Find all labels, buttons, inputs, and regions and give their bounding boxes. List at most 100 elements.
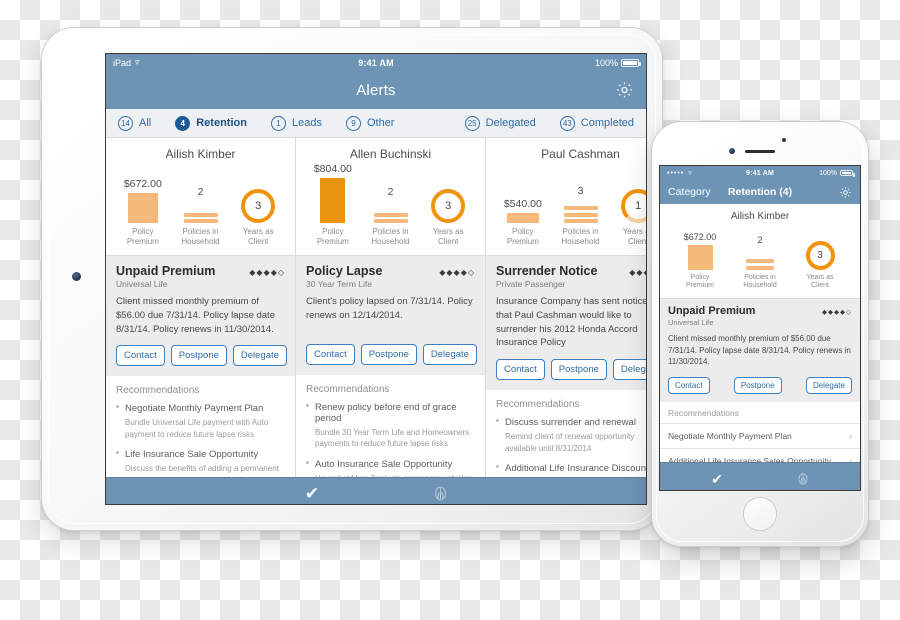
- iphone-home-button[interactable]: [744, 498, 776, 530]
- recommendation-item[interactable]: Additional Life Insurance Sales Opportun…: [660, 447, 860, 462]
- recommendation-item[interactable]: Life Insurance Sale Opportunity Discuss …: [116, 448, 285, 477]
- ipad-camera-icon: [72, 272, 81, 281]
- client-metrics: $804.00 Policy Premium 2 Policies in House…: [296, 163, 485, 255]
- alert-title: Unpaid Premium: [116, 264, 216, 278]
- delegate-button[interactable]: Delegate: [612, 359, 646, 381]
- policies-value: 2: [757, 235, 763, 245]
- alert-card[interactable]: Unpaid Premium ◆◆◆◆◇ Universal Life Clie…: [660, 298, 860, 402]
- recommendation-item[interactable]: Renew policy before end of grace period …: [306, 401, 475, 450]
- delegate-button[interactable]: Delegate: [232, 345, 287, 367]
- tab-alerts[interactable]: ✔ Alerts: [691, 470, 743, 490]
- postpone-button[interactable]: Postpone: [360, 343, 417, 365]
- alert-subtitle: Universal Life: [116, 279, 168, 289]
- ipad-screen: iPad ▿ 9:41 AM 100% Alerts 14 All 4 Rete…: [106, 54, 646, 504]
- filter-leads[interactable]: 1 Leads: [270, 115, 322, 131]
- alert-subtitle: Universal Life: [668, 318, 714, 327]
- client-metrics: $540.00 Policy Premium 3 Policies in House…: [486, 163, 646, 255]
- filter-retention-count: 4: [175, 115, 191, 131]
- tab-clients[interactable]: Clients: [405, 485, 475, 504]
- recommendation-item[interactable]: Discuss surrender and renewal Remind cli…: [496, 416, 646, 454]
- client-metrics: $672.00 Policy Premium 2 Policies in House…: [660, 222, 860, 298]
- alert-card[interactable]: Surrender Notice ◆◆◆◆◇ Private Passenger…: [486, 255, 646, 391]
- metric-years-client: 3 Years as Client: [796, 240, 844, 292]
- ipad-filter-bar: 14 All 4 Retention 1 Leads 9 Other 25 De…: [106, 109, 646, 138]
- filter-leads-label: Leads: [291, 117, 322, 129]
- iphone-device: ••••• ▿ 9:41 AM 100% Category Retention …: [652, 122, 868, 546]
- chevron-right-icon: ›: [849, 430, 852, 441]
- client-name: Allen Buchinski: [349, 147, 432, 161]
- metric-policies-household: 2 Policies in Household: [362, 186, 420, 248]
- recommendations-title: Recommendations: [668, 407, 739, 418]
- metric-years-client: 3 Years as Client: [419, 189, 477, 247]
- priority-dots: ◆◆◆◆◇: [439, 268, 475, 277]
- years-value: 3: [445, 200, 452, 212]
- iphone-sensor-icon: [782, 138, 786, 142]
- premium-bar: [320, 178, 346, 223]
- postpone-button[interactable]: Postpone: [170, 345, 227, 367]
- filter-completed[interactable]: 43 Completed: [559, 115, 634, 131]
- recommendations-title: Recommendations: [306, 383, 390, 395]
- alert-header: Policy Lapse ◆◆◆◆◇: [306, 264, 475, 278]
- delegate-button[interactable]: Delegate: [422, 343, 477, 365]
- years-label: Years asClient: [622, 227, 646, 246]
- premium-label: Policy Premium: [685, 273, 714, 290]
- recommendation-title: Auto Insurance Sale Opportunity: [306, 458, 475, 470]
- filter-delegated[interactable]: 25 Delegated: [464, 115, 536, 131]
- metric-years-client: 1 Years asClient: [609, 189, 646, 247]
- delegate-button[interactable]: Delegate: [805, 376, 852, 394]
- gear-icon[interactable]: [615, 81, 634, 100]
- iphone-screen: ••••• ▿ 9:41 AM 100% Category Retention …: [660, 166, 860, 490]
- recommendation-item[interactable]: Negotiate Monthly Payment Plan ›: [660, 422, 860, 448]
- alert-body: Insurance Company has sent notice that P…: [496, 296, 646, 349]
- recommendation-title: Additional Life Insurance Discounts: [496, 462, 646, 474]
- premium-bar: [127, 193, 158, 223]
- contact-button[interactable]: Contact: [496, 359, 545, 381]
- recommendations-section: Recommendations Discuss surrender and re…: [486, 390, 646, 477]
- years-label: Years asClient: [432, 227, 464, 246]
- contact-button[interactable]: Contact: [306, 343, 355, 365]
- contact-button[interactable]: Contact: [116, 345, 165, 367]
- iphone-content: Ailish Kimber $672.00 Policy Premium 2 Po…: [660, 204, 860, 462]
- postpone-button[interactable]: Postpone: [550, 359, 607, 381]
- recommendation-detail: Discuss the benefits of adding a permane…: [125, 464, 279, 477]
- recommendation-item[interactable]: Auto Insurance Sale Opportunity Househol…: [306, 458, 475, 477]
- recommendations-section: Recommendations Renew policy before end …: [296, 374, 485, 477]
- battery-percent-label: 100%: [594, 57, 618, 68]
- policies-value: 2: [197, 185, 204, 198]
- client-name: Ailish Kimber: [165, 147, 236, 161]
- alert-card[interactable]: Policy Lapse ◆◆◆◆◇ 30 Year Term Life Cli…: [296, 255, 485, 375]
- filter-all[interactable]: 14 All: [118, 115, 151, 131]
- postpone-button[interactable]: Postpone: [733, 376, 782, 394]
- gear-icon[interactable]: [839, 186, 852, 199]
- alert-column: Allen Buchinski $804.00 Policy Premium 2 …: [296, 138, 486, 477]
- filter-other-label: Other: [366, 117, 395, 129]
- alert-body: Client missed monthly premium of $56.00 …: [116, 296, 275, 335]
- ipad-status-bar: iPad ▿ 9:41 AM 100%: [106, 54, 646, 71]
- filter-leads-count: 1: [270, 115, 286, 131]
- recommendation-title: Life Insurance Sale Opportunity: [116, 448, 285, 460]
- filter-retention[interactable]: 4 Retention: [175, 115, 247, 131]
- premium-bar: [506, 213, 539, 223]
- clients-icon: [777, 470, 829, 487]
- client-metrics: $672.00 Policy Premium 2 Policies in House…: [106, 163, 295, 255]
- contact-button[interactable]: Contact: [668, 376, 710, 394]
- years-value: 3: [817, 249, 823, 261]
- alert-header: Unpaid Premium ◆◆◆◆◇: [116, 264, 285, 278]
- alert-title: Policy Lapse: [306, 264, 383, 278]
- filter-completed-count: 43: [559, 115, 575, 131]
- recommendation-item[interactable]: Additional Life Insurance Discounts Disc…: [496, 462, 646, 477]
- recommendation-detail: Bundle 30 Year Term Life and Homeowners …: [315, 427, 470, 449]
- filter-completed-label: Completed: [580, 117, 634, 129]
- premium-value: $672.00: [683, 231, 717, 242]
- alert-card[interactable]: Unpaid Premium ◆◆◆◆◇ Universal Life Clie…: [106, 255, 295, 377]
- filter-other[interactable]: 9 Other: [345, 115, 395, 131]
- policies-label: Policies in Household: [371, 227, 410, 246]
- recommendation-item[interactable]: Negotiate Monthly Payment Plan Bundle Un…: [116, 402, 285, 440]
- client-name: Paul Cashman: [541, 147, 620, 161]
- tab-clients[interactable]: Clients: [777, 470, 829, 490]
- policies-value: 2: [387, 185, 394, 198]
- premium-value: $672.00: [123, 178, 162, 190]
- years-label: Years asClient: [806, 273, 834, 290]
- tab-alerts[interactable]: ✔ Alerts: [277, 485, 347, 504]
- battery-icon: [621, 58, 641, 67]
